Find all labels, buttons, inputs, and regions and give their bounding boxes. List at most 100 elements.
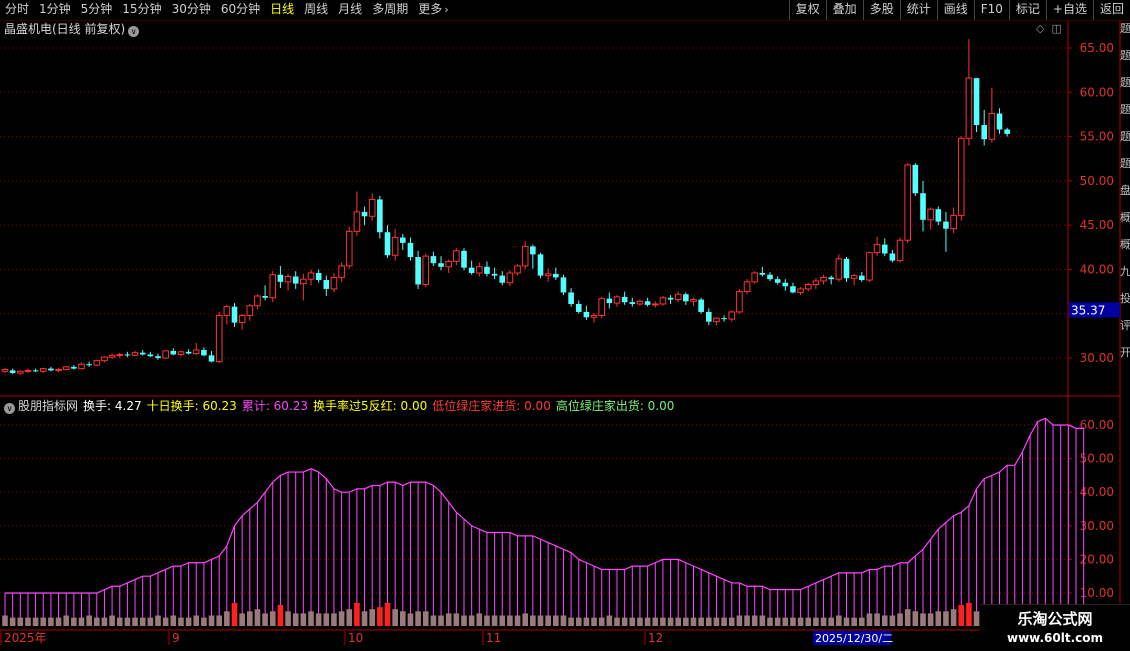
turnover-bar-122 (935, 611, 942, 626)
side-tab-4[interactable]: 题 (1120, 131, 1130, 143)
candle-body-20 (155, 356, 161, 358)
turnover-bar-63 (484, 615, 490, 626)
candle-body-69 (530, 246, 536, 255)
turnover-bar-7 (55, 617, 62, 626)
candle-body-11 (86, 364, 92, 366)
side-tab-12[interactable]: 开 (1120, 347, 1130, 359)
candle-body-96 (736, 291, 743, 313)
turnover-bar-24 (185, 617, 192, 626)
candle-body-70 (537, 254, 544, 276)
candle-body-72 (553, 273, 559, 278)
turnover-bar-16 (124, 617, 131, 626)
turnover-bar-44 (338, 611, 345, 626)
turnover-bar-57 (438, 615, 444, 626)
candle-body-55 (422, 255, 430, 285)
date-label-4: 12 (648, 631, 663, 645)
candle-body-118 (904, 164, 912, 241)
ind-label-5: 10.00 (1080, 586, 1114, 600)
candle-body-97 (743, 281, 751, 293)
turnover-bar-34 (262, 613, 268, 626)
turnover-bar-92 (706, 617, 712, 626)
turnover-bar-53 (407, 613, 414, 626)
turnover-bar-27 (208, 615, 215, 626)
price-label-4: 45.00 (1080, 218, 1114, 232)
candle-body-32 (246, 305, 254, 316)
ind-label-2: 40.00 (1080, 485, 1114, 499)
turnover-bar-51 (392, 609, 398, 626)
turnover-bar-76 (583, 617, 590, 626)
turnover-bar-47 (361, 611, 368, 626)
candle-body-83 (636, 300, 644, 305)
side-tab-7[interactable]: 概 (1120, 212, 1130, 224)
candle-body-45 (345, 230, 353, 267)
candle-body-120 (920, 193, 926, 220)
turnover-bar-61 (468, 615, 475, 626)
candle-body-53 (407, 242, 414, 258)
candle-body-76 (583, 311, 590, 318)
candle-body-33 (254, 295, 261, 307)
side-tab-0[interactable]: 题 (1120, 23, 1130, 35)
side-tab-5[interactable]: 题 (1120, 158, 1130, 170)
candle-body-15 (116, 353, 124, 356)
side-tab-6[interactable]: 盘 (1120, 185, 1130, 197)
candle-body-49 (377, 199, 383, 233)
side-tab-11[interactable]: 评 (1120, 320, 1130, 332)
candle-body-43 (330, 276, 338, 290)
turnover-bar-58 (445, 613, 452, 626)
price-label-0: 65.00 (1080, 41, 1114, 55)
turnover-bar-85 (652, 617, 659, 626)
turnover-bar-37 (285, 611, 291, 626)
turnover-bar-80 (614, 617, 620, 626)
turnover-bar-77 (591, 617, 597, 626)
turnover-bar-15 (116, 617, 123, 626)
turnover-bar-39 (300, 613, 307, 626)
date-label-2: 10 (348, 631, 363, 645)
candle-body-54 (415, 257, 421, 285)
kline-chart[interactable]: 65.0060.0055.0050.0045.0040.0035.0030.00… (0, 0, 1130, 650)
turnover-bar-125 (958, 605, 965, 626)
turnover-bar-2 (17, 617, 24, 626)
candle-body-123 (943, 221, 949, 229)
date-label-0: 2025年 (4, 631, 47, 645)
candle-body-92 (706, 311, 712, 322)
candle-body-106 (812, 280, 820, 285)
candle-body-29 (223, 306, 231, 316)
candle-body-99 (759, 272, 766, 275)
watermark: 乐淘公式网 www.60lt.com (980, 604, 1130, 651)
side-tab-3[interactable]: 题 (1120, 104, 1130, 116)
turnover-bar-70 (537, 615, 544, 626)
turnover-bar-56 (430, 615, 437, 626)
turnover-bar-119 (912, 611, 919, 626)
side-tab-9[interactable]: 九 (1120, 266, 1130, 278)
turnover-bar-64 (491, 615, 498, 626)
ind-label-0: 60.00 (1080, 418, 1114, 432)
candle-body-115 (881, 244, 888, 254)
side-tab-10[interactable]: 投 (1120, 293, 1130, 305)
candle-body-62 (476, 266, 483, 274)
turnover-bar-87 (667, 617, 674, 626)
turnover-bar-108 (828, 617, 834, 626)
candle-body-38 (292, 276, 299, 284)
side-tab-1[interactable]: 题 (1120, 50, 1130, 62)
side-tab-2[interactable]: 题 (1120, 77, 1130, 89)
candle-body-51 (391, 237, 399, 256)
turnover-bar-110 (843, 617, 850, 626)
candle-body-17 (131, 352, 139, 356)
candle-body-129 (988, 113, 996, 140)
watermark-url: www.60lt.com (1006, 631, 1104, 645)
side-tab-8[interactable]: 概 (1120, 239, 1130, 251)
turnover-bar-66 (507, 615, 513, 626)
candle-body-1 (9, 370, 16, 374)
candle-body-34 (262, 296, 268, 298)
turnover-bar-38 (292, 613, 299, 626)
candle-body-12 (93, 360, 101, 366)
price-label-7: 30.00 (1080, 351, 1114, 365)
turnover-bar-10 (78, 617, 85, 626)
candle-body-126 (965, 77, 973, 139)
turnover-bar-101 (774, 617, 781, 626)
turnover-bar-104 (797, 617, 804, 626)
candle-body-60 (461, 250, 467, 268)
candle-body-125 (957, 137, 965, 216)
turnover-bar-65 (499, 615, 506, 626)
current-price-label: 35.37 (1071, 303, 1105, 317)
